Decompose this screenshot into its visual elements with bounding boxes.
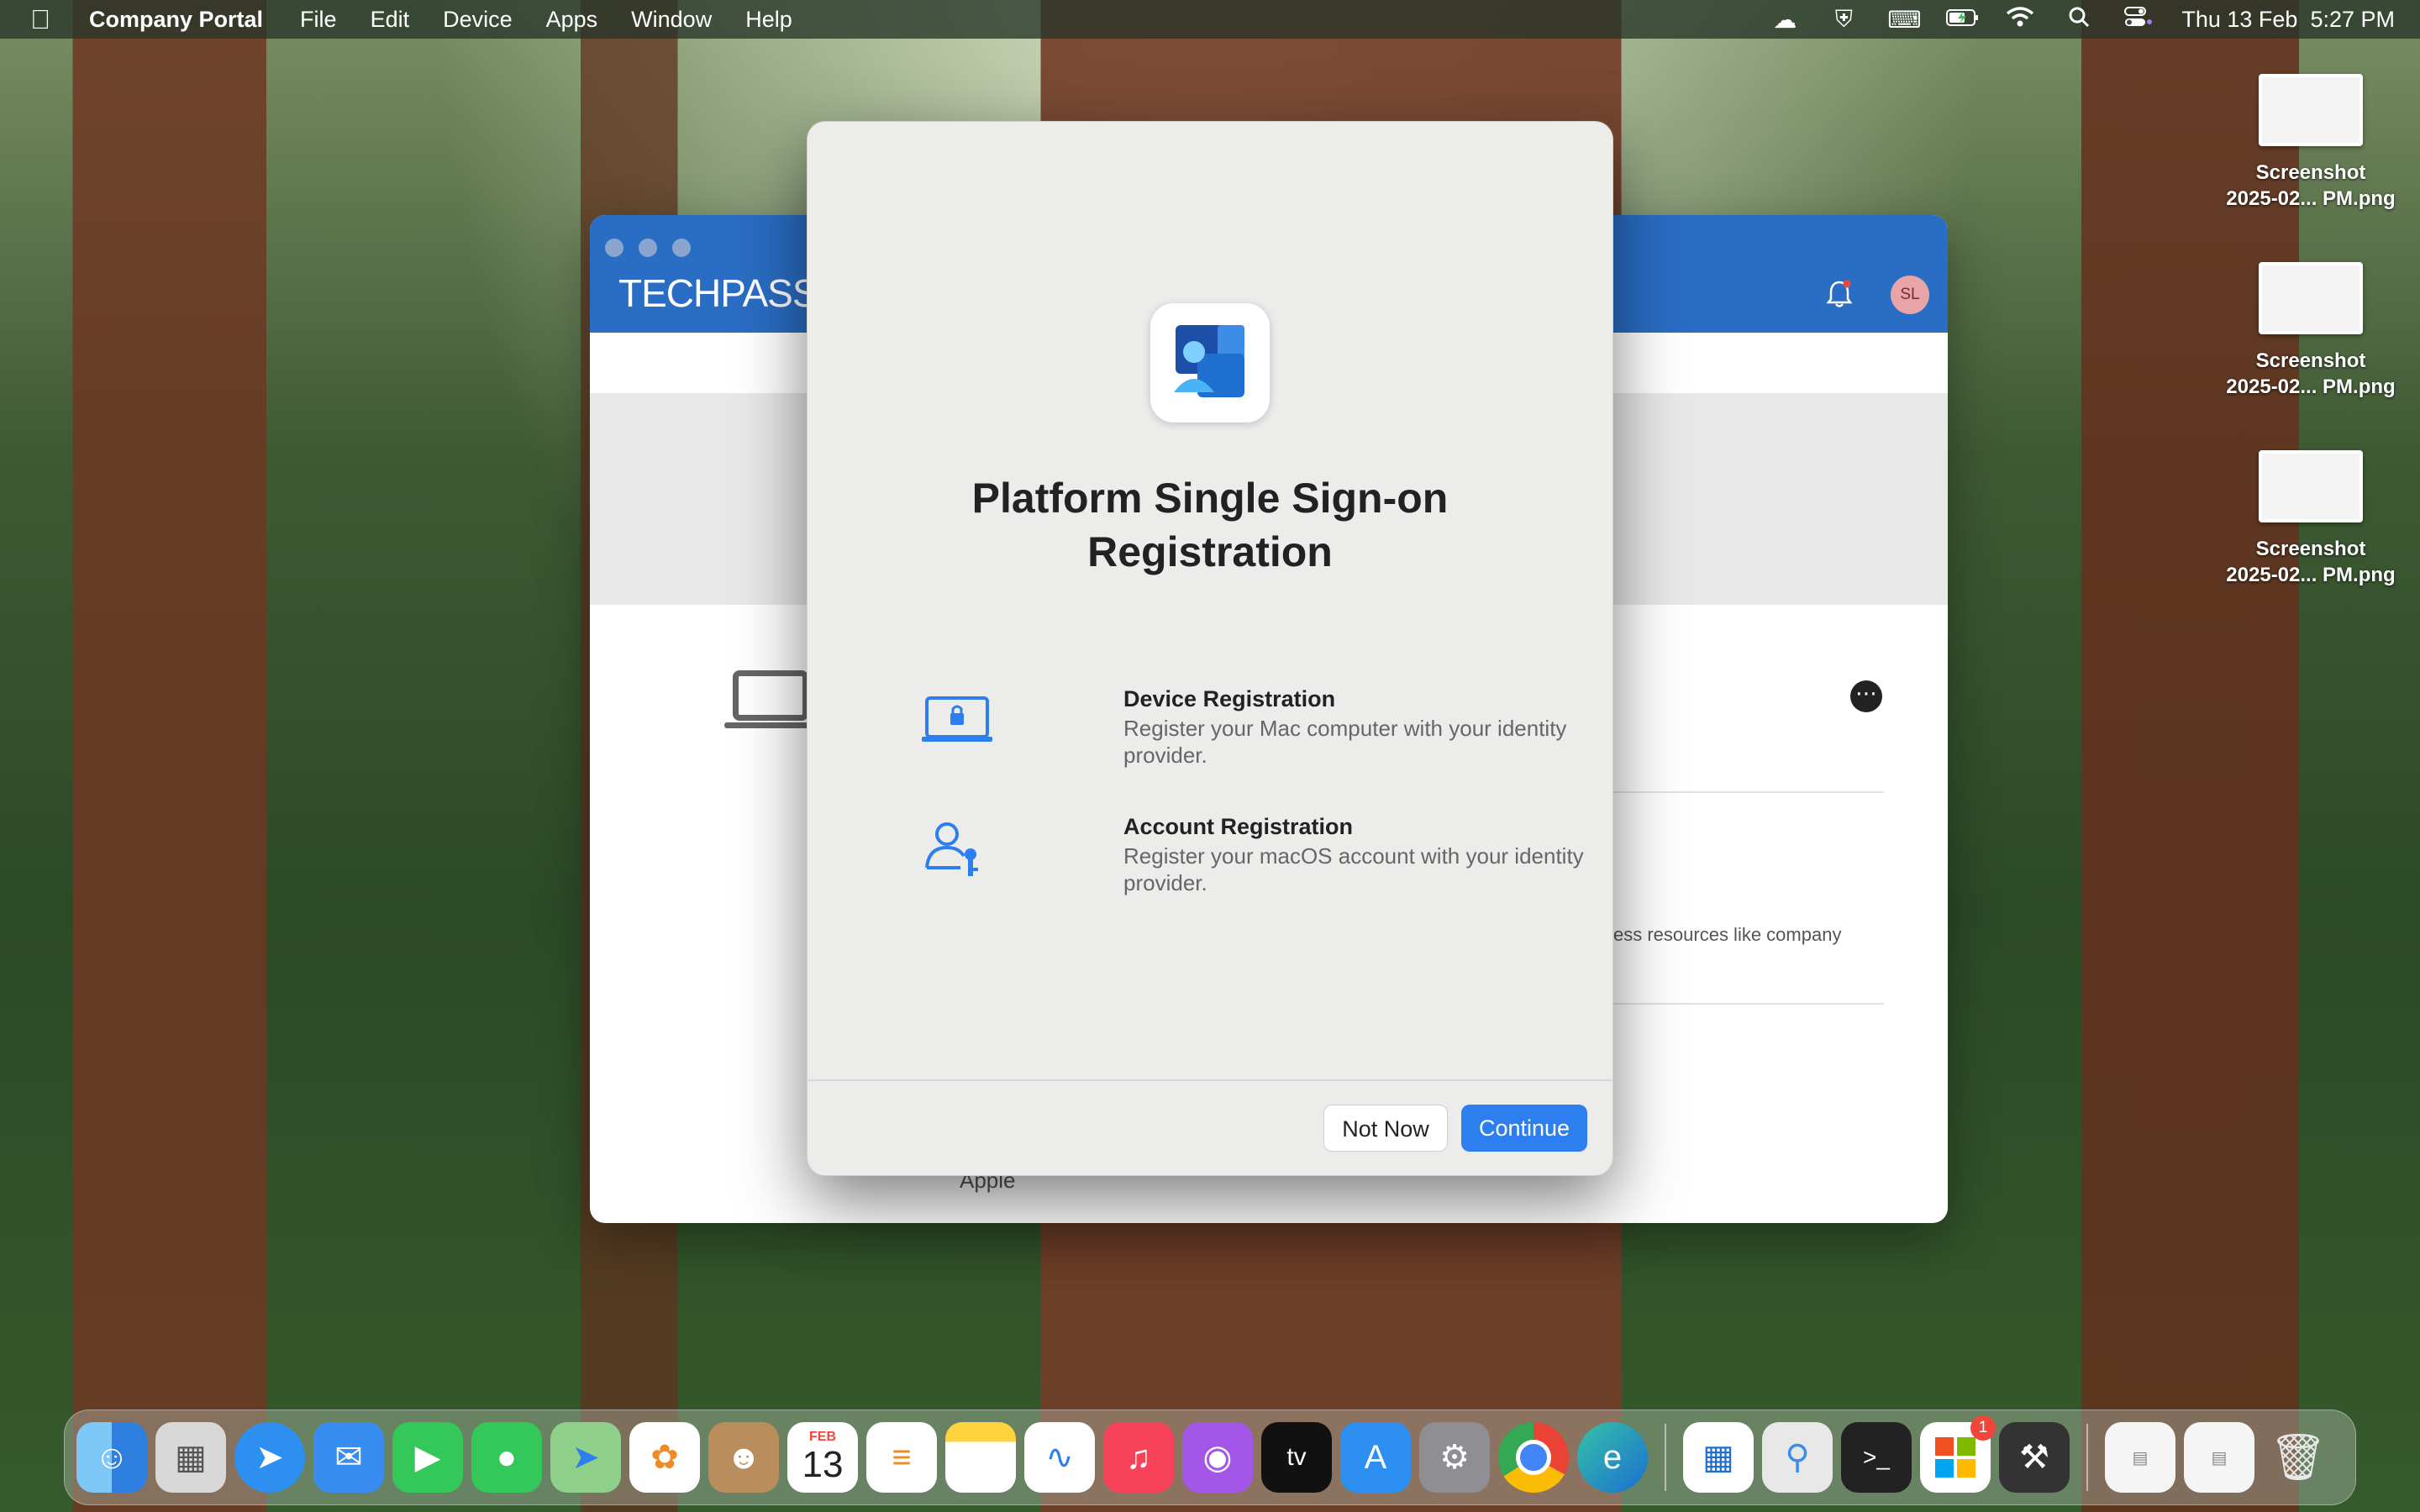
microsoft-office-icon[interactable]: 1: [1920, 1415, 1996, 1493]
company-portal-dock-icon[interactable]: ▦: [1683, 1422, 1754, 1493]
zoom-window-button[interactable]: [672, 239, 691, 257]
downloads-stack-icon[interactable]: ▤: [2184, 1422, 2254, 1493]
dock-separator: [1665, 1424, 1666, 1491]
launchpad-icon[interactable]: ▦: [155, 1422, 226, 1493]
status-area: ☁ ⛨ ⌨ Thu 13 Feb 5:27 PM: [1770, 6, 2395, 34]
battery-charging-icon[interactable]: [1946, 6, 1979, 33]
laptop-lock-icon: [922, 693, 992, 752]
account-registration-title: Account Registration: [1123, 814, 1354, 839]
platform-sso-dialog: Platform Single Sign-on Registration Dev…: [807, 121, 1613, 1176]
search-icon[interactable]: [2064, 6, 2094, 34]
brand-logo: TECHPASS: [618, 271, 818, 315]
user-key-icon: [922, 821, 992, 879]
reminders-icon[interactable]: ≡: [866, 1422, 937, 1493]
menu-help[interactable]: Help: [745, 7, 792, 33]
terminal-icon[interactable]: >_: [1841, 1422, 1912, 1493]
laptop-icon: [733, 670, 808, 721]
xcode-tools-icon[interactable]: ⚒: [1999, 1422, 2070, 1493]
menu-app-name[interactable]: Company Portal: [89, 7, 263, 33]
user-avatar[interactable]: SL: [1891, 276, 1929, 314]
not-now-button[interactable]: Not Now: [1323, 1105, 1448, 1152]
menu-apps[interactable]: Apps: [546, 7, 598, 33]
file-name-line2: 2025-02... PM.png: [2226, 187, 2396, 210]
notification-bell-icon[interactable]: [1825, 279, 1854, 317]
dialog-title-line1: Platform Single Sign-on: [971, 475, 1449, 522]
calendar-month: FEB: [809, 1430, 836, 1444]
minimize-window-button[interactable]: [639, 239, 657, 257]
file-name-line1: Screenshot: [2255, 161, 2366, 184]
mail-icon[interactable]: ✉: [313, 1422, 384, 1493]
file-name-line2: 2025-02... PM.png: [2226, 564, 2396, 586]
edge-icon[interactable]: e: [1577, 1422, 1648, 1493]
desktop-file-screenshot-3[interactable]: Screenshot 2025-02... PM.png: [2210, 450, 2412, 588]
file-thumbnail: [2259, 262, 2363, 334]
divider: [1613, 1003, 1884, 1005]
facetime-icon[interactable]: ▶: [392, 1422, 463, 1493]
notes-icon[interactable]: [945, 1422, 1016, 1493]
finder-icon[interactable]: ☺: [76, 1422, 147, 1493]
app-store-icon[interactable]: A: [1340, 1422, 1411, 1493]
laptop-base-icon: [724, 722, 817, 728]
menu-edit[interactable]: Edit: [371, 7, 410, 33]
photos-icon[interactable]: ✿: [629, 1422, 700, 1493]
safari-icon[interactable]: ➤: [234, 1422, 305, 1493]
file-thumbnail: [2259, 450, 2363, 522]
menu-file[interactable]: File: [300, 7, 337, 33]
dialog-footer-divider: [808, 1079, 1612, 1081]
menu-device[interactable]: Device: [443, 7, 513, 33]
device-registration-description: Register your Mac computer with your ide…: [1123, 716, 1567, 768]
continue-button[interactable]: Continue: [1461, 1105, 1587, 1152]
music-icon[interactable]: ♫: [1103, 1422, 1174, 1493]
file-name-line1: Screenshot: [2255, 538, 2366, 560]
notification-badge: 1: [1970, 1415, 1996, 1441]
company-portal-app-icon: [1150, 303, 1270, 423]
dock: ☺ ▦ ➤ ✉ ▶ ● ➤ ✿ ☻ FEB 13 ≡ ∿ ♫ ◉ tv A ⚙ …: [64, 1410, 2356, 1505]
control-center-icon[interactable]: [2123, 6, 2153, 34]
keyboard-icon[interactable]: ⌨: [1887, 6, 1921, 34]
recent-document-icon[interactable]: ▤: [2105, 1422, 2175, 1493]
messages-icon[interactable]: ●: [471, 1422, 542, 1493]
dialog-title: Platform Single Sign-on Registration: [808, 471, 1612, 579]
menu-bar:  Company Portal File Edit Device Apps W…: [0, 0, 2420, 39]
shield-icon[interactable]: ⛨: [1828, 6, 1859, 34]
trash-icon[interactable]: 🗑: [2263, 1422, 2333, 1493]
menu-window[interactable]: Window: [631, 7, 712, 33]
system-settings-icon[interactable]: ⚙: [1419, 1422, 1490, 1493]
maps-icon[interactable]: ➤: [550, 1422, 621, 1493]
file-name-line2: 2025-02... PM.png: [2226, 375, 2396, 398]
menu-clock[interactable]: Thu 13 Feb 5:27 PM: [2181, 7, 2395, 33]
apple-tv-label: tv: [1286, 1443, 1307, 1471]
account-registration-description: Register your macOS account with your id…: [1123, 843, 1584, 895]
keychain-icon[interactable]: ⚲: [1762, 1422, 1833, 1493]
file-name-line1: Screenshot: [2255, 349, 2366, 372]
divider: [1613, 791, 1884, 793]
contacts-icon[interactable]: ☻: [708, 1422, 779, 1493]
desktop-file-screenshot-2[interactable]: Screenshot 2025-02... PM.png: [2210, 262, 2412, 400]
more-options-icon[interactable]: ⋯: [1850, 680, 1882, 712]
podcasts-icon[interactable]: ◉: [1182, 1422, 1253, 1493]
apple-tv-icon[interactable]: tv: [1261, 1422, 1332, 1493]
file-thumbnail: [2259, 74, 2363, 146]
chrome-icon[interactable]: [1498, 1422, 1569, 1493]
cloud-icon[interactable]: ☁: [1770, 6, 1800, 34]
dialog-title-line2: Registration: [1087, 528, 1333, 575]
dock-separator: [2086, 1424, 2088, 1491]
desktop-file-screenshot-1[interactable]: Screenshot 2025-02... PM.png: [2210, 74, 2412, 212]
partial-description-text: ess resources like company: [1613, 924, 1842, 945]
calendar-day: 13: [802, 1444, 844, 1485]
device-registration-title: Device Registration: [1123, 686, 1336, 711]
freeform-icon[interactable]: ∿: [1024, 1422, 1095, 1493]
close-window-button[interactable]: [605, 239, 623, 257]
calendar-icon[interactable]: FEB 13: [787, 1422, 858, 1493]
apple-menu-icon[interactable]: : [30, 4, 64, 35]
wifi-icon[interactable]: [2005, 6, 2035, 34]
